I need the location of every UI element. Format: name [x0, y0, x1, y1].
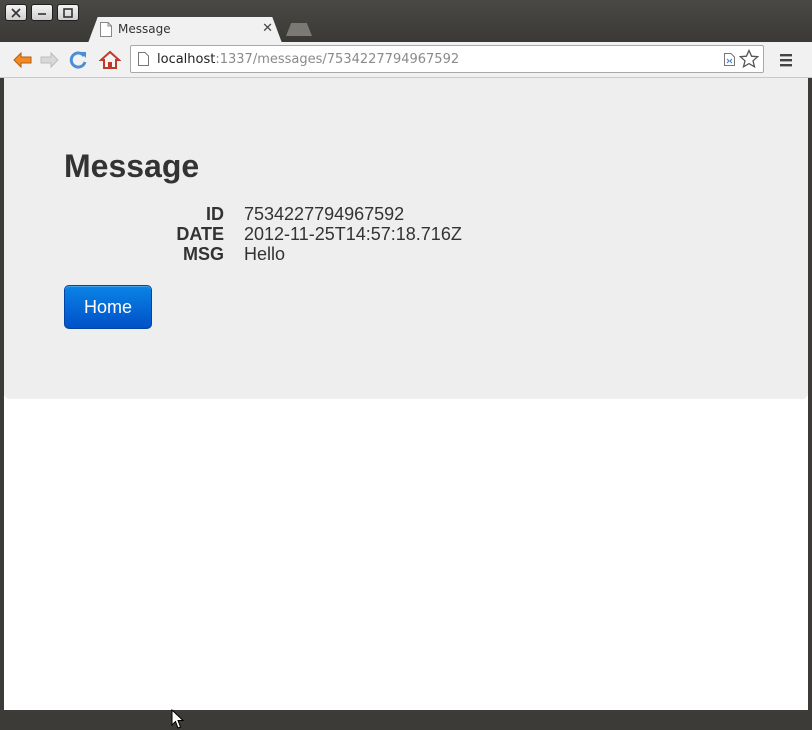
- close-window-button[interactable]: [5, 4, 27, 21]
- maximize-window-button[interactable]: [57, 4, 79, 21]
- address-bar[interactable]: localhost:1337/messages/7534227794967592: [130, 45, 764, 73]
- url-host: localhost: [157, 52, 216, 67]
- reload-button[interactable]: [67, 48, 91, 72]
- page-viewport: Message ID 7534227794967592 DATE 2012-11…: [4, 78, 808, 729]
- minimize-window-button[interactable]: [31, 4, 53, 21]
- mouse-pointer-icon: [171, 709, 185, 729]
- tab-message[interactable]: Message ✕: [88, 17, 282, 43]
- url-path: :1337/messages/7534227794967592: [215, 52, 460, 67]
- title-bar: Message ✕: [0, 0, 812, 43]
- detail-label: ID: [206, 204, 224, 224]
- new-tab-button[interactable]: [286, 23, 312, 36]
- menu-icon[interactable]: [776, 50, 796, 70]
- maximize-icon: [63, 7, 73, 18]
- reload-icon: [69, 51, 87, 69]
- page-icon: [138, 52, 149, 66]
- tab-title: Message: [118, 22, 171, 36]
- browser-window: Message ✕ localhost:1337/messages/753422…: [0, 0, 812, 729]
- detail-value: 7534227794967592: [244, 204, 405, 224]
- forward-button[interactable]: [38, 48, 62, 72]
- close-icon: [11, 7, 21, 18]
- hero-unit: Message ID 7534227794967592 DATE 2012-11…: [4, 78, 808, 399]
- minimize-icon: [38, 12, 46, 15]
- back-button[interactable]: [10, 48, 34, 72]
- page-title: Message: [64, 148, 200, 184]
- home-button[interactable]: [98, 48, 122, 72]
- tab-close-icon[interactable]: ✕: [262, 21, 273, 36]
- url-text[interactable]: localhost:1337/messages/7534227794967592: [157, 52, 459, 67]
- star-icon[interactable]: [739, 49, 759, 69]
- page-action-icon[interactable]: [724, 53, 735, 66]
- forward-arrow-icon: [40, 51, 59, 69]
- detail-value: 2012-11-25T14:57:18.716Z: [244, 224, 462, 244]
- detail-label: MSG: [182, 244, 224, 264]
- home-link-button[interactable]: Home: [64, 285, 152, 329]
- home-icon: [99, 50, 121, 69]
- document-icon: [100, 22, 112, 37]
- detail-label: DATE: [176, 224, 224, 244]
- detail-value: Hello: [244, 244, 286, 264]
- browser-toolbar: localhost:1337/messages/7534227794967592: [0, 42, 812, 78]
- back-arrow-icon: [13, 51, 32, 69]
